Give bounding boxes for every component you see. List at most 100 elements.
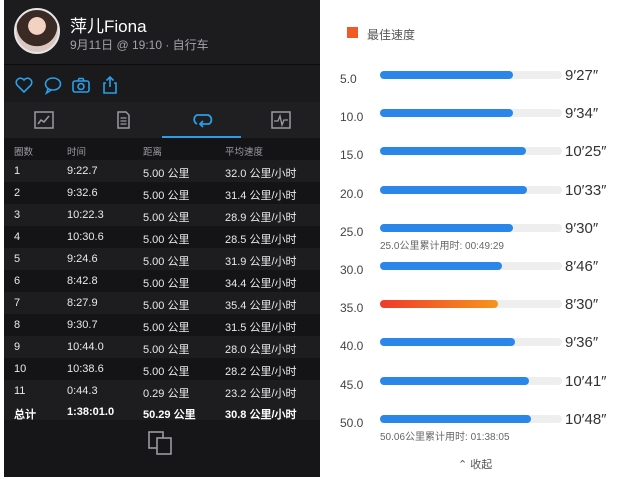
- lap-avg-speed: 31.4 公里/小时: [225, 190, 297, 202]
- split-distance: 50.0: [340, 415, 364, 430]
- lap-number: 3: [14, 209, 21, 221]
- lap-avg-speed: 34.4 公里/小时: [225, 278, 297, 290]
- lap-number: 9: [14, 341, 21, 353]
- lap-distance: 5.00 公里: [143, 278, 190, 290]
- profile-name[interactable]: 萍儿Fiona: [70, 12, 147, 37]
- lap-number: 2: [14, 187, 21, 199]
- collapse-button[interactable]: ⌃ 收起: [458, 456, 492, 472]
- split-distance: 40.0: [340, 339, 364, 354]
- split-distance: 20.0: [340, 186, 364, 201]
- split-pace: 10′25″: [565, 143, 607, 161]
- lap-time: 1:38:01.0: [67, 406, 115, 418]
- split-bar-track: [380, 338, 562, 347]
- split-bar: [380, 262, 502, 270]
- table-row: 7 8:27.9 5.00 公里 35.4 公里/小时: [4, 292, 320, 314]
- split-bar: [380, 414, 532, 423]
- laps-table: 1 9:22.7 5.00 公里 32.0 公里/小时 2 9:32.6 5.00 公里 31…: [4, 160, 320, 422]
- lap-distance: 5.00 公里: [143, 256, 190, 268]
- lap-avg-speed: 28.5 公里/小时: [225, 234, 297, 246]
- table-row: 3 10:22.3 5.00 公里 28.9 公里/小时: [4, 204, 320, 226]
- lap-distance: 5.00 公里: [143, 168, 190, 180]
- split-bar: [380, 71, 513, 79]
- table-row: 6 8:42.8 5.00 公里 34.4 公里/小时: [4, 270, 320, 292]
- avatar[interactable]: [14, 8, 60, 54]
- lap-distance: 5.00 公里: [143, 366, 190, 378]
- splits-panel: 最佳速度 5.0 9′27″ 10.0 9′34″ 15.0 10′25″ 20.0 10′3…: [320, 0, 640, 480]
- split-bar-track: [380, 147, 562, 156]
- lap-number: 6: [14, 275, 21, 287]
- col-avg-speed-header: 平均速度: [225, 147, 264, 158]
- lap-time: 10:44.0: [67, 341, 104, 353]
- split-bar: [380, 338, 515, 347]
- action-bar: [4, 64, 320, 103]
- lap-distance: 5.00 公里: [143, 300, 190, 312]
- split-distance: 10.0: [340, 110, 364, 125]
- table-row: 9 10:44.0 5.00 公里 28.0 公里/小时: [4, 336, 320, 358]
- cropped-title-fragment: [350, 0, 410, 3]
- footer-bar: [4, 420, 320, 477]
- split-bar-best: [380, 300, 499, 309]
- table-row: 8 9:30.7 5.00 公里 31.5 公里/小时: [4, 314, 320, 336]
- split-pace: 9′34″: [565, 105, 599, 123]
- table-total-row: 总计 1:38:01.0 50.29 公里 30.8 公里/小时: [4, 402, 320, 422]
- lap-distance: 5.00 公里: [143, 190, 190, 202]
- tab-charts[interactable]: [241, 102, 320, 138]
- tab-details[interactable]: [83, 102, 162, 138]
- lap-number: 4: [14, 231, 21, 243]
- lap-number: 11: [14, 385, 26, 397]
- split-pace: 9′30″: [565, 219, 599, 237]
- split-bar-track: [380, 262, 562, 270]
- lap-time: 8:27.9: [67, 297, 98, 309]
- lap-avg-speed: 32.0 公里/小时: [225, 168, 297, 180]
- pulse-chart-icon: [271, 111, 291, 129]
- split-bar-track: [380, 414, 562, 423]
- lap-time: 9:22.7: [67, 165, 98, 177]
- share-icon[interactable]: [100, 75, 120, 95]
- lap-distance: 5.00 公里: [143, 212, 190, 224]
- like-heart-icon[interactable]: [14, 75, 34, 95]
- lap-avg-speed: 31.5 公里/小时: [225, 322, 297, 334]
- profile-header: 萍儿Fiona 9月11日 @ 19:10 · 自行车: [4, 0, 320, 64]
- split-distance: 35.0: [340, 301, 364, 316]
- laps-table-header: 圈数 时间 距离 平均速度: [4, 138, 320, 160]
- lap-distance: 5.00 公里: [143, 344, 190, 356]
- table-row: 5 9:24.6 5.00 公里 31.9 公里/小时: [4, 248, 320, 270]
- detail-tabs: [4, 102, 320, 138]
- split-bar-track: [380, 300, 562, 309]
- split-pace: 9′36″: [565, 334, 599, 352]
- lap-distance: 5.00 公里: [143, 322, 190, 334]
- lap-time: 10:38.6: [67, 363, 104, 375]
- split-distance: 25.0: [340, 224, 364, 239]
- split-distance: 15.0: [340, 148, 364, 163]
- split-bar: [380, 223, 513, 232]
- lap-avg-speed: 28.9 公里/小时: [225, 212, 297, 224]
- split-pace: 8′46″: [565, 258, 599, 275]
- split-bar-track: [380, 376, 562, 385]
- split-row: 50.0 10′48″ 50.06公里累计用时: 01:38:05: [320, 411, 640, 456]
- copy-icon[interactable]: [147, 430, 175, 461]
- split-pace: 10′33″: [565, 181, 607, 199]
- split-bar: [380, 376, 530, 385]
- split-bar: [380, 185, 528, 194]
- camera-icon[interactable]: [71, 75, 91, 95]
- col-time-header: 时间: [67, 147, 87, 158]
- split-bar-track: [380, 71, 562, 79]
- lap-avg-speed: 31.9 公里/小时: [225, 256, 297, 268]
- lap-time: 0:44.3: [67, 385, 98, 397]
- split-bar: [380, 147, 526, 156]
- split-distance: 5.0: [340, 72, 357, 86]
- lap-distance: 0.29 公里: [143, 388, 190, 400]
- lap-time: 9:30.7: [67, 319, 98, 331]
- split-pace: 8′30″: [565, 296, 599, 314]
- lap-avg-speed: 35.4 公里/小时: [225, 300, 297, 312]
- table-row: 11 0:44.3 0.29 公里 23.2 公里/小时: [4, 380, 320, 402]
- lap-avg-speed: 28.0 公里/小时: [225, 344, 297, 356]
- tab-overview[interactable]: [4, 102, 83, 138]
- table-row: 10 10:38.6 5.00 公里 28.2 公里/小时: [4, 358, 320, 380]
- lap-distance: 5.00 公里: [143, 234, 190, 246]
- overview-chart-icon: [34, 111, 54, 129]
- comment-icon[interactable]: [43, 75, 63, 95]
- tab-laps[interactable]: [162, 102, 241, 138]
- split-bar-track: [380, 223, 562, 232]
- lap-number: 8: [14, 319, 21, 331]
